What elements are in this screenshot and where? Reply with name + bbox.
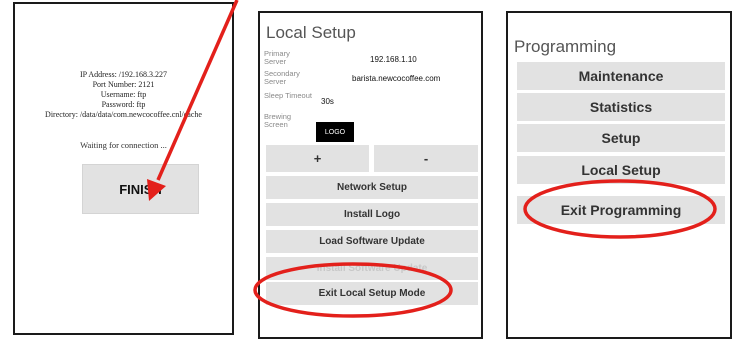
primary-server-field[interactable]: 192.168.1.10 xyxy=(370,55,417,64)
sleep-timeout-field[interactable]: 30s xyxy=(321,97,334,106)
increment-button[interactable]: + xyxy=(266,145,369,172)
local-setup-button[interactable]: Local Setup xyxy=(517,156,725,184)
network-setup-button[interactable]: Network Setup xyxy=(266,176,478,199)
exit-programming-button[interactable]: Exit Programming xyxy=(517,196,725,224)
install-software-update-button[interactable]: Install Software Update xyxy=(266,257,478,280)
ftp-port-number: Port Number: 2121 xyxy=(92,80,155,89)
decrement-button[interactable]: - xyxy=(374,145,478,172)
secondary-server-label: Secondary Server xyxy=(264,69,300,86)
statistics-button[interactable]: Statistics xyxy=(517,93,725,121)
ftp-password: Password: ftp xyxy=(101,100,146,109)
logo-preview[interactable]: LOGO xyxy=(316,122,354,142)
maintenance-button[interactable]: Maintenance xyxy=(517,62,725,90)
ftp-screen: IP Address: /192.168.3.227 Port Number: … xyxy=(13,2,234,335)
sleep-timeout-label: Sleep Timeout xyxy=(264,91,312,100)
ftp-username: Username: ftp xyxy=(100,90,147,99)
primary-server-label: Primary Server xyxy=(264,49,290,66)
secondary-server-field[interactable]: barista.newcocoffee.com xyxy=(352,74,440,83)
ftp-ip-address: IP Address: /192.168.3.227 xyxy=(79,70,168,79)
brewing-screen-label: Brewing Screen xyxy=(264,112,292,129)
ftp-directory: Directory: /data/data/com.newcocoffee.cn… xyxy=(45,110,202,119)
page-title: Local Setup xyxy=(266,23,356,42)
finish-button[interactable]: FINISH xyxy=(82,164,199,214)
exit-local-setup-button[interactable]: Exit Local Setup Mode xyxy=(266,282,478,305)
load-software-update-button[interactable]: Load Software Update xyxy=(266,230,478,253)
setup-button[interactable]: Setup xyxy=(517,124,725,152)
local-setup-screen: Local Setup Primary Server 192.168.1.10 … xyxy=(258,11,483,339)
programming-screen: Programming Maintenance Statistics Setup… xyxy=(506,11,732,339)
ftp-info: IP Address: /192.168.3.227 Port Number: … xyxy=(15,70,232,120)
waiting-status: Waiting for connection ... xyxy=(80,140,167,150)
install-logo-button[interactable]: Install Logo xyxy=(266,203,478,226)
page-title: Programming xyxy=(514,37,617,56)
